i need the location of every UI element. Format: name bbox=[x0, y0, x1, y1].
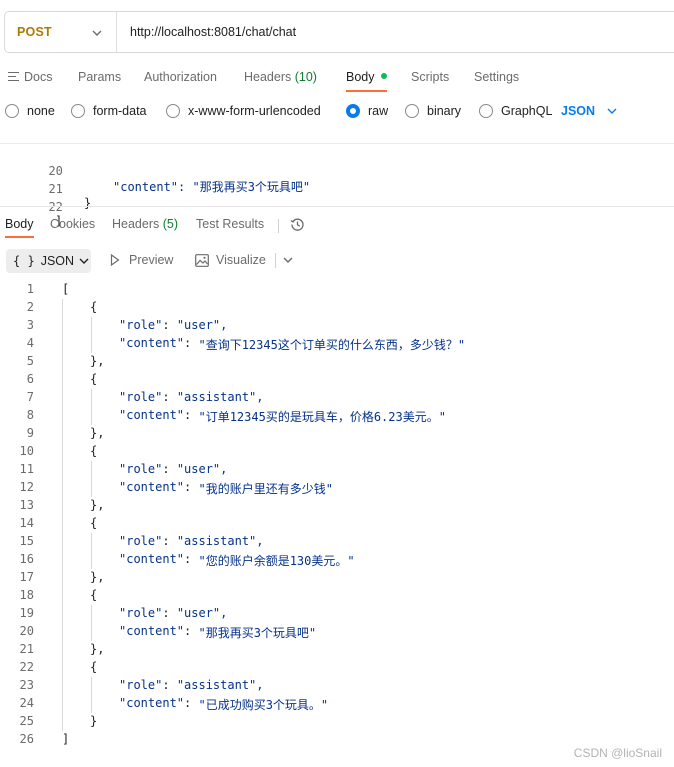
code-line: 24 "content": "已成功购买3个玩具。" bbox=[19, 696, 329, 712]
url-bar: POST http://localhost:8081/chat/chat bbox=[4, 11, 674, 53]
code-line: 12 "content": "我的账户里还有多少钱" bbox=[19, 480, 333, 496]
chevron-down-icon bbox=[79, 256, 89, 267]
tab-docs[interactable]: Docs bbox=[8, 70, 52, 84]
method-label: POST bbox=[17, 25, 52, 39]
code-line: 20 "content": "那我再买3个玩具吧" bbox=[19, 624, 317, 640]
code-line: 20 "content": "那我再买3个玩具吧" bbox=[48, 164, 311, 194]
chevron-down-icon bbox=[607, 105, 617, 117]
radio-circle-icon bbox=[5, 104, 19, 118]
body-format-select[interactable]: JSON bbox=[561, 104, 617, 118]
response-body-viewer[interactable]: 1[ 2{ 3 "role": "user", 4 "content": "查询下1234… bbox=[0, 281, 674, 751]
visualize-button[interactable]: Visualize bbox=[195, 253, 266, 267]
pane-divider[interactable] bbox=[0, 206, 674, 207]
code-line: 21}, bbox=[19, 642, 105, 656]
image-icon bbox=[195, 253, 209, 267]
code-line: 2{ bbox=[26, 300, 98, 314]
code-line: 3 "role": "user", bbox=[26, 318, 228, 332]
request-body-editor[interactable]: 20 "content": "那我再买3个玩具吧" 21 } 22 ] bbox=[0, 143, 674, 228]
radio-circle-icon bbox=[405, 104, 419, 118]
url-input[interactable]: http://localhost:8081/chat/chat bbox=[117, 25, 296, 39]
divider bbox=[275, 253, 276, 268]
code-line: 15 "role": "assistant", bbox=[19, 534, 264, 548]
docs-icon bbox=[8, 72, 19, 82]
radio-raw[interactable]: raw bbox=[346, 104, 388, 118]
code-line: 10{ bbox=[19, 444, 98, 458]
tab-params[interactable]: Params bbox=[78, 70, 121, 84]
tab-response-headers[interactable]: Headers (5) bbox=[112, 217, 178, 231]
chevron-down-icon bbox=[92, 25, 102, 39]
code-line: 25} bbox=[19, 714, 98, 728]
code-line: 16 "content": "您的账户余额是130美元。" bbox=[19, 552, 355, 568]
code-line: 6{ bbox=[26, 372, 98, 386]
tab-response-body[interactable]: Body bbox=[5, 217, 34, 238]
history-icon[interactable] bbox=[290, 217, 305, 232]
radio-form-data[interactable]: form-data bbox=[71, 104, 147, 118]
tab-test-results[interactable]: Test Results bbox=[196, 217, 264, 231]
code-line: 5}, bbox=[26, 354, 105, 368]
response-tabs: Body Cookies Headers (5) Test Results bbox=[0, 217, 674, 241]
code-line: 11 "role": "user", bbox=[19, 462, 228, 476]
chevron-down-icon[interactable] bbox=[283, 254, 293, 266]
headers-count: (10) bbox=[294, 70, 317, 84]
braces-icon: { } bbox=[13, 254, 35, 268]
tab-cookies[interactable]: Cookies bbox=[50, 217, 95, 231]
code-line: 1[ bbox=[26, 282, 70, 296]
code-line: 4 "content": "查询下12345这个订单买的什么东西，多少钱？" bbox=[26, 336, 466, 352]
request-tabs: Docs Params Authorization Headers (10) B… bbox=[0, 68, 674, 92]
tab-authorization[interactable]: Authorization bbox=[144, 70, 217, 84]
code-line: 21 } bbox=[48, 182, 92, 210]
code-line: 14{ bbox=[19, 516, 98, 530]
tab-body[interactable]: Body bbox=[346, 70, 387, 92]
radio-circle-icon bbox=[71, 104, 85, 118]
code-line: 13}, bbox=[19, 498, 105, 512]
preview-button[interactable]: Preview bbox=[110, 253, 173, 267]
code-line: 18{ bbox=[19, 588, 98, 602]
tab-settings[interactable]: Settings bbox=[474, 70, 519, 84]
radio-selected-icon bbox=[346, 104, 360, 118]
code-line: 17}, bbox=[19, 570, 105, 584]
body-type-options: none form-data x-www-form-urlencoded raw… bbox=[0, 104, 674, 124]
code-line: 8 "content": "订单12345买的是玩具车，价格6.23美元。" bbox=[26, 408, 446, 424]
method-select[interactable]: POST bbox=[5, 12, 117, 52]
radio-urlencoded[interactable]: x-www-form-urlencoded bbox=[166, 104, 321, 118]
radio-none[interactable]: none bbox=[5, 104, 55, 118]
watermark: CSDN @lioSnail bbox=[573, 746, 662, 760]
response-toolbar: { } JSON Preview Visualize bbox=[0, 249, 674, 273]
radio-graphql[interactable]: GraphQL bbox=[479, 104, 552, 118]
code-line: 9}, bbox=[26, 426, 105, 440]
code-line: 22{ bbox=[19, 660, 98, 674]
response-format-select[interactable]: { } JSON bbox=[6, 249, 91, 273]
code-line: 22 ] bbox=[48, 200, 63, 228]
play-icon bbox=[110, 254, 120, 266]
tab-headers[interactable]: Headers (10) bbox=[244, 70, 317, 84]
status-dot-icon bbox=[380, 72, 387, 79]
radio-circle-icon bbox=[166, 104, 180, 118]
code-line: 19 "role": "user", bbox=[19, 606, 228, 620]
radio-binary[interactable]: binary bbox=[405, 104, 461, 118]
code-line: 23 "role": "assistant", bbox=[19, 678, 264, 692]
tab-scripts[interactable]: Scripts bbox=[411, 70, 449, 84]
divider bbox=[278, 219, 279, 233]
code-line: 7 "role": "assistant", bbox=[26, 390, 264, 404]
radio-circle-icon bbox=[479, 104, 493, 118]
